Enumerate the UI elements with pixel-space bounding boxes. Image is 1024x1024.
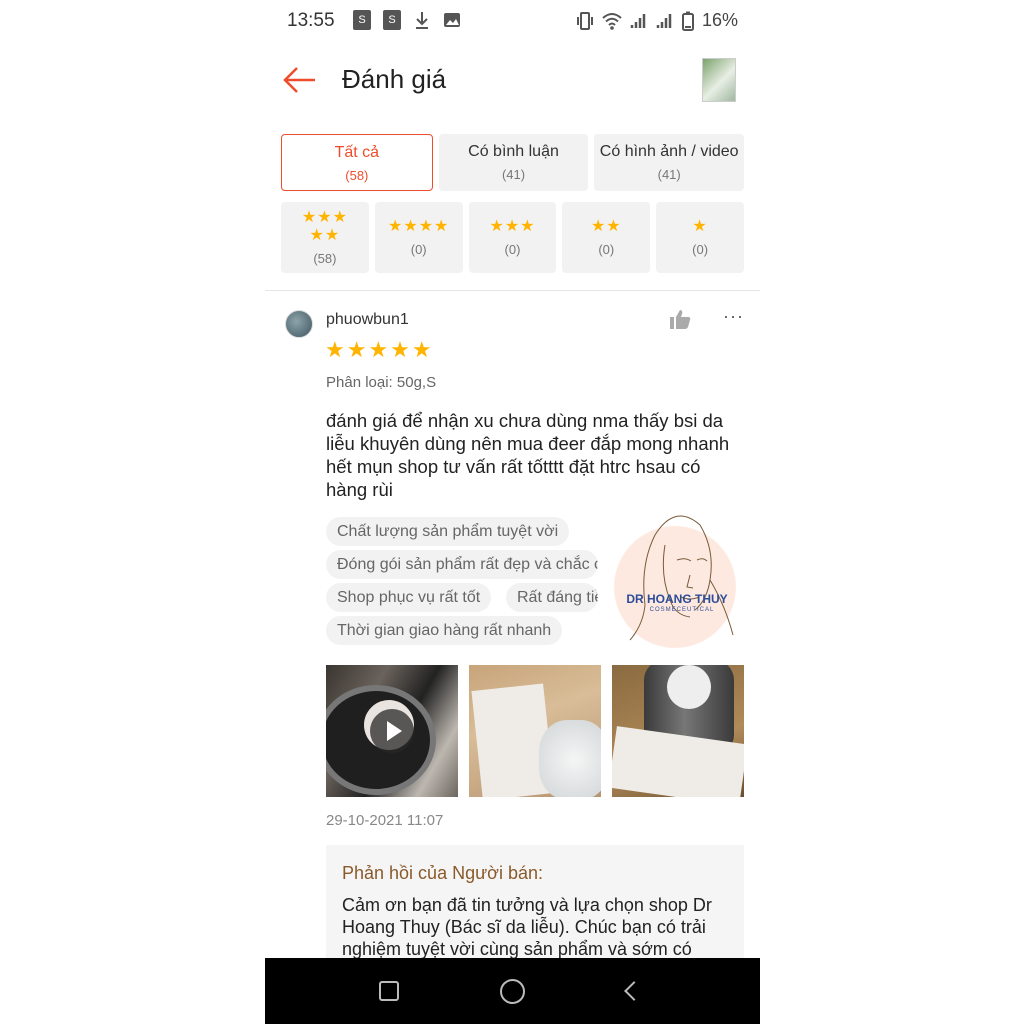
filter-tabs: Tất cả (58) Có bình luận (41) Có hình ản…	[281, 134, 745, 191]
star-icons: ★★	[590, 218, 622, 235]
review-tag: Chất lượng sản phẩm tuyệt vời	[326, 517, 570, 546]
review-photo[interactable]	[469, 665, 601, 797]
filter-4-stars[interactable]: ★★★★ (0)	[374, 202, 463, 273]
battery-icon	[681, 11, 694, 31]
product-thumbnail[interactable]	[702, 58, 736, 102]
tab-count: (41)	[657, 167, 681, 182]
divider	[265, 290, 760, 291]
play-icon[interactable]	[370, 709, 414, 753]
logo-sub-text: COSMECEUTICAL	[649, 607, 715, 613]
tab-label: Có bình luận	[468, 143, 559, 160]
phone-screen: 13:55 S S 16% Đánh giá Tất cả (58) Có bì…	[265, 0, 760, 1024]
seller-reply-heading: Phản hồi của Người bán:	[342, 863, 543, 883]
shopee-notification-icon: S	[353, 10, 371, 30]
page-header: Đánh giá	[265, 42, 760, 122]
review-tag: Rất đáng tiền	[506, 583, 598, 612]
review-text: đánh giá để nhận xu chưa dùng nma thấy b…	[326, 410, 730, 500]
filter-3-stars[interactable]: ★★★ (0)	[468, 202, 557, 273]
system-nav-bar	[265, 958, 760, 1024]
home-icon[interactable]	[500, 979, 525, 1004]
star-count: (0)	[410, 242, 427, 257]
tab-all[interactable]: Tất cả (58)	[281, 134, 433, 191]
battery-level: 16%	[701, 10, 738, 30]
star-icons: ★★	[309, 227, 341, 244]
review-photo[interactable]	[612, 665, 744, 797]
tab-with-comments[interactable]: Có bình luận (41)	[438, 134, 589, 191]
review-username[interactable]: phuowbun1	[326, 311, 409, 329]
jar-lid-label	[667, 665, 711, 709]
logo-brand-text: DR HOANG THUY	[626, 592, 728, 606]
review-date: 29-10-2021 11:07	[326, 812, 444, 829]
star-icons: ★★★	[301, 209, 348, 226]
review-variant: Phân loại: 50g,S	[326, 374, 437, 391]
tab-count: (41)	[501, 167, 526, 182]
more-icon[interactable]: ···	[723, 306, 744, 327]
page-title: Đánh giá	[342, 64, 447, 94]
star-count: (0)	[598, 242, 615, 257]
tab-count: (58)	[345, 168, 369, 183]
star-count: (58)	[313, 251, 337, 266]
avatar[interactable]	[285, 310, 313, 338]
signal-icon	[656, 13, 672, 28]
wifi-icon	[602, 12, 622, 30]
seller-reply-text: Cảm ơn bạn đã tin tưởng và lựa chọn shop…	[342, 895, 712, 959]
shop-logo-watermark: DR HOANG THUY COSMECEUTICAL	[605, 505, 745, 655]
status-time: 13:55	[287, 10, 335, 31]
filter-5-stars[interactable]: ★★★ ★★ (58)	[281, 202, 369, 273]
back-arrow-icon[interactable]	[281, 64, 317, 96]
star-count: (0)	[692, 242, 709, 257]
star-filters: ★★★ ★★ (58) ★★★★ (0) ★★★ (0) ★★ (0) ★ (0…	[281, 202, 744, 273]
signal-icon	[630, 13, 646, 28]
star-count: (0)	[504, 242, 521, 257]
tab-with-media[interactable]: Có hình ảnh / video (41)	[594, 134, 745, 191]
download-icon	[416, 12, 428, 29]
star-icons: ★★★	[489, 218, 536, 235]
like-icon[interactable]	[668, 308, 692, 330]
review-stars: ★★★★★	[325, 337, 434, 362]
bubble-wrap	[539, 720, 601, 797]
review-tag: Shop phục vụ rất tốt	[326, 583, 492, 612]
shopee-notification-icon: S	[383, 10, 401, 30]
notification-icons: S S	[353, 10, 461, 30]
image-icon	[444, 13, 460, 27]
face-sketch-icon	[629, 515, 734, 641]
filter-1-star[interactable]: ★ (0)	[656, 202, 744, 273]
vibrate-icon	[576, 11, 593, 30]
review-tag: Thời gian giao hàng rất nhanh	[326, 616, 563, 645]
star-icons: ★★★★	[388, 218, 450, 235]
seller-reply: Phản hồi của Người bán: Cảm ơn bạn đã ti…	[326, 845, 744, 975]
tab-label: Có hình ảnh / video	[599, 143, 739, 160]
review-video-thumbnail[interactable]	[326, 665, 458, 797]
status-right: 16%	[576, 10, 738, 31]
nav-back-icon[interactable]	[624, 981, 644, 1001]
tab-label: Tất cả	[334, 144, 380, 161]
review-tag: Đóng gói sản phẩm rất đẹp và chắc chắn	[326, 550, 598, 579]
recent-apps-icon[interactable]	[379, 981, 399, 1001]
filter-2-stars[interactable]: ★★ (0)	[562, 202, 651, 273]
status-bar: 13:55 S S 16%	[265, 0, 760, 42]
star-icons: ★	[692, 218, 708, 235]
